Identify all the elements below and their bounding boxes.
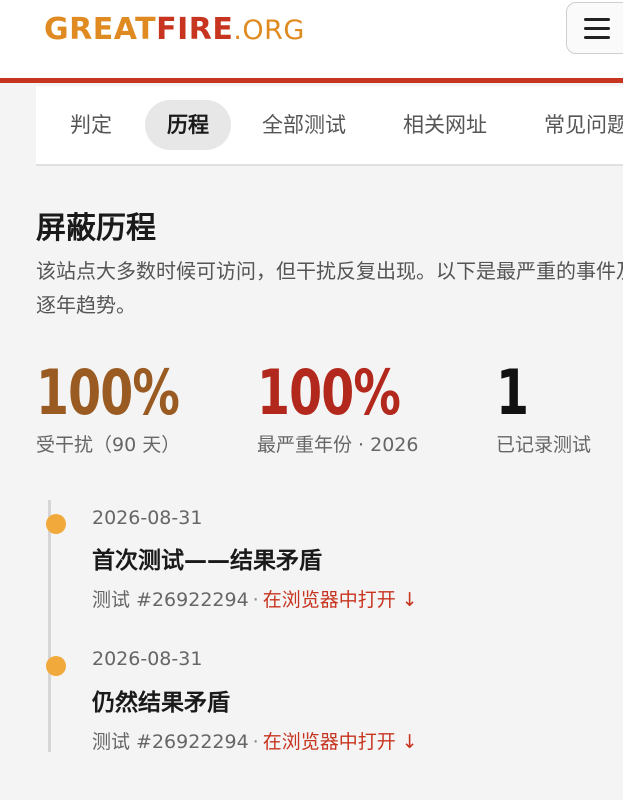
- timeline-title: 首次测试——结果矛盾: [92, 548, 322, 574]
- logo-org: .ORG: [233, 15, 305, 46]
- open-in-browser-link[interactable]: 在浏览器中打开 ↓: [263, 589, 418, 611]
- timeline-meta: 测试 #26922294 · 在浏览器中打开 ↓: [92, 727, 418, 754]
- open-in-browser-link[interactable]: 在浏览器中打开 ↓: [263, 731, 418, 753]
- timeline-separator: ·: [252, 589, 259, 611]
- timeline-dot: [46, 514, 66, 534]
- stat-label-worst-year: 最严重年份 · 2026: [257, 434, 419, 456]
- page: GREATFIRE.ORG 判定 历程 全部测试 相关网址 常见问题 屏蔽历程 …: [0, 0, 623, 800]
- tab-bar: 判定 历程 全部测试 相关网址 常见问题: [36, 86, 623, 166]
- hamburger-icon-bar: [584, 27, 610, 30]
- stat-label-interfered: 受干扰（90 天）: [36, 434, 181, 456]
- stat-value-interfered: 100%: [36, 356, 180, 429]
- timeline-line: [48, 500, 51, 752]
- stat-value-test-count: 1: [496, 356, 529, 429]
- section-description: 该站点大多数时候可访问，但干扰反复出现。以下是最严重的事件及逐年趋势。: [36, 259, 623, 317]
- timeline-dot: [46, 656, 66, 676]
- timeline-separator: ·: [252, 731, 259, 753]
- timeline-test-id: 测试 #26922294: [92, 731, 249, 753]
- tab-related-urls[interactable]: 相关网址: [381, 100, 509, 150]
- hamburger-icon: [584, 18, 610, 21]
- tab-verdict[interactable]: 判定: [48, 100, 134, 150]
- timeline-test-id: 测试 #26922294: [92, 589, 249, 611]
- stat-label-test-count: 已记录测试: [496, 434, 592, 456]
- hamburger-menu-button[interactable]: [566, 2, 623, 54]
- tab-faq[interactable]: 常见问题: [522, 100, 623, 150]
- tab-all-tests[interactable]: 全部测试: [240, 100, 368, 150]
- timeline-date: 2026-08-31: [92, 507, 203, 529]
- header-divider: [0, 78, 623, 83]
- timeline-date: 2026-08-31: [92, 648, 203, 670]
- hamburger-icon-bar: [584, 36, 610, 39]
- timeline-title: 仍然结果矛盾: [92, 690, 230, 716]
- logo-fire: FIRE: [156, 12, 234, 47]
- greatfire-logo[interactable]: GREATFIRE.ORG: [44, 12, 305, 47]
- tab-history[interactable]: 历程: [145, 100, 231, 150]
- timeline-meta: 测试 #26922294 · 在浏览器中打开 ↓: [92, 585, 418, 612]
- section-title: 屏蔽历程: [36, 211, 156, 246]
- logo-great: GREAT: [44, 12, 157, 47]
- stat-value-worst-year: 100%: [257, 356, 401, 429]
- site-header: GREATFIRE.ORG: [0, 0, 623, 78]
